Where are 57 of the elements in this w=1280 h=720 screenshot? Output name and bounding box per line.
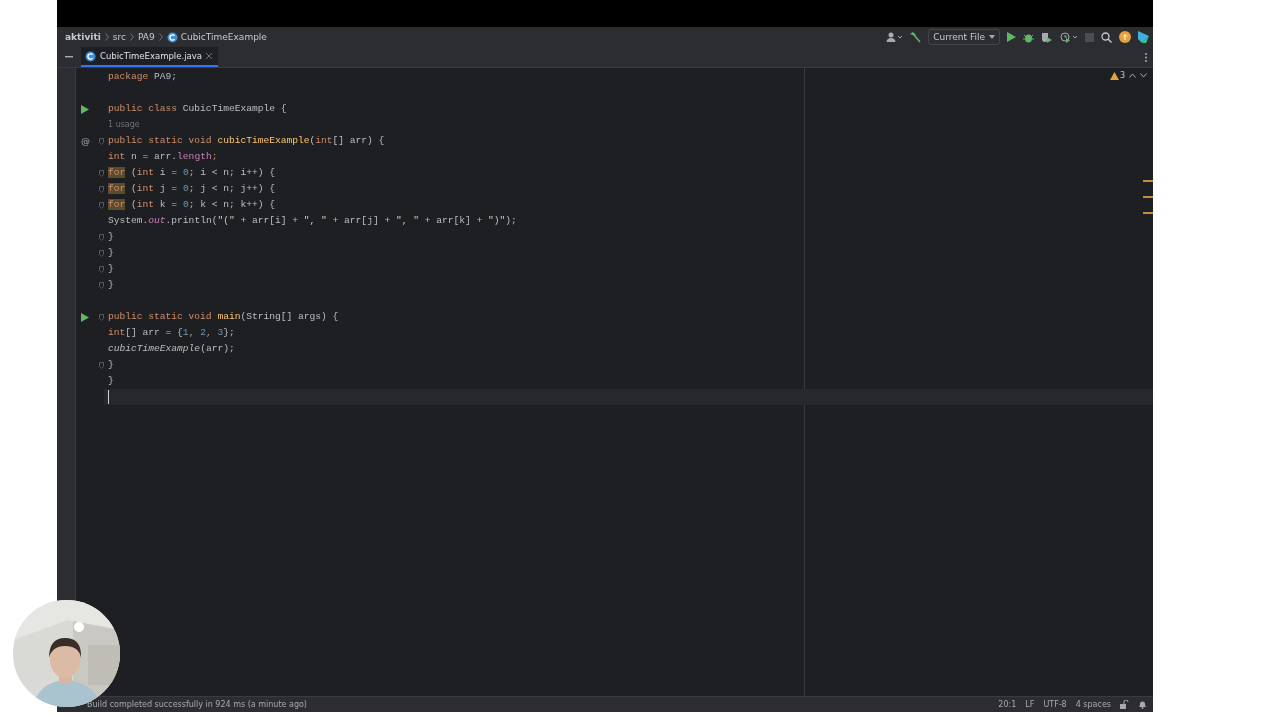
editor-tab[interactable]: CubicTimeExample.java xyxy=(81,47,218,67)
gutter-marker[interactable]: @ xyxy=(81,136,90,146)
warnings-indicator[interactable]: 3 xyxy=(1109,71,1125,80)
bell-icon[interactable] xyxy=(1138,700,1147,709)
chevron-icon xyxy=(104,33,109,41)
code-line: int n = arr.length; xyxy=(108,150,218,164)
status-item[interactable]: 4 spaces xyxy=(1075,700,1111,709)
text-caret xyxy=(108,390,109,404)
caret-icon xyxy=(989,35,995,39)
status-item[interactable]: LF xyxy=(1025,700,1035,709)
code-line: } xyxy=(108,262,114,276)
class-icon xyxy=(166,31,178,43)
run-icon[interactable] xyxy=(81,312,89,322)
code-line: package PA9; xyxy=(108,70,178,84)
chevron-icon xyxy=(129,33,134,41)
run-icon[interactable] xyxy=(81,104,89,114)
chevron-up-icon[interactable] xyxy=(1129,73,1136,78)
code-line: for (int j = 0; j < n; j++) { xyxy=(108,182,275,196)
run-configuration-dropdown[interactable]: Current File xyxy=(928,29,1000,45)
chevron-icon xyxy=(158,33,163,41)
code-line: } xyxy=(108,374,114,388)
status-item[interactable]: UTF-8 xyxy=(1043,700,1067,709)
code-line: int[] arr = {1, 2, 3}; xyxy=(108,326,235,340)
code-line: } xyxy=(108,278,114,292)
code-line: public static void cubicTimeExample(int[] arr) { xyxy=(108,134,385,148)
code-line: } xyxy=(108,358,114,372)
lock-icon[interactable] xyxy=(1120,700,1129,709)
class-icon xyxy=(85,50,96,62)
run-icon[interactable] xyxy=(1007,32,1016,42)
code-line: System.out.println("(" + arr[i] + ", " + arr[j] + ", " + arr[k] + ")"); xyxy=(108,214,517,228)
breadcrumb-item[interactable]: CubicTimeExample xyxy=(180,32,267,42)
breadcrumb-item[interactable]: src xyxy=(112,32,126,42)
code-line: } xyxy=(108,246,114,260)
code-line: for (int k = 0; k < n; k++) { xyxy=(108,198,275,212)
code-line: public static void main(String[] args) { xyxy=(108,310,339,324)
code-line: } xyxy=(108,230,114,244)
usage-hint[interactable]: 1 usage xyxy=(108,117,140,133)
update-icon[interactable] xyxy=(1119,31,1131,43)
breadcrumb-item[interactable]: aktiviti xyxy=(65,32,101,42)
code-line: public class CubicTimeExample { xyxy=(108,102,287,116)
warning-stripe xyxy=(1143,180,1153,182)
shield-run-icon[interactable] xyxy=(1041,31,1053,43)
code-line: cubicTimeExample(arr); xyxy=(108,342,235,356)
search-icon[interactable] xyxy=(1101,31,1112,43)
close-icon[interactable] xyxy=(205,53,212,59)
user-icon[interactable] xyxy=(886,32,903,42)
chevron-down-icon[interactable] xyxy=(1140,73,1147,78)
warning-stripe xyxy=(1143,212,1153,214)
minimize-icon[interactable] xyxy=(65,56,73,58)
warning-stripe xyxy=(1143,196,1153,198)
breadcrumb-item[interactable]: PA9 xyxy=(137,32,155,42)
hammer-icon[interactable] xyxy=(909,31,922,43)
code-line: for (int i = 0; i < n; i++) { xyxy=(108,166,275,180)
warning-icon xyxy=(1109,71,1119,80)
status-item[interactable]: 20:1 xyxy=(998,700,1017,709)
logo-icon[interactable] xyxy=(1138,31,1149,43)
clock-run-icon[interactable] xyxy=(1060,31,1078,43)
